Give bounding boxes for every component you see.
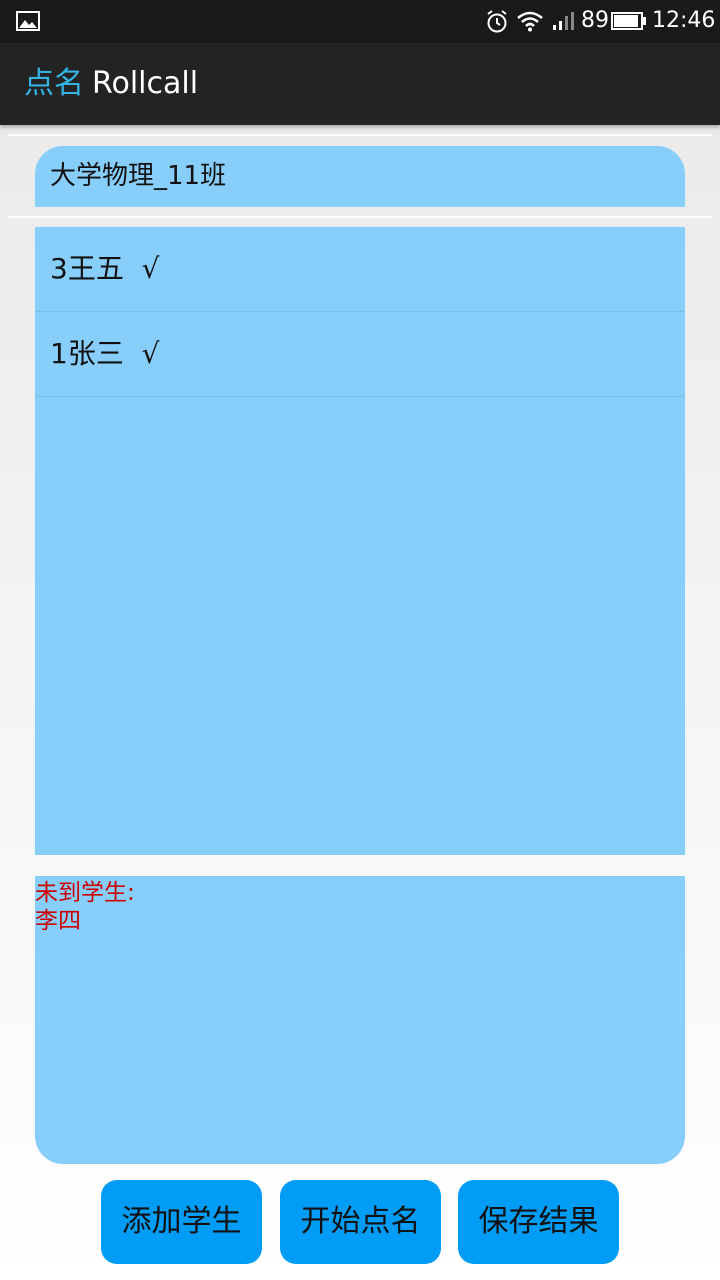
start-rollcall-button[interactable]: 开始点名	[280, 1180, 441, 1264]
student-row-text: 3王五 √	[50, 252, 160, 285]
absent-heading: 未到学生:	[35, 880, 135, 906]
app-title-en: Rollcall	[92, 66, 199, 101]
alarm-icon	[487, 10, 507, 33]
signal-icon	[553, 12, 574, 30]
app-bar: 点名 Rollcall	[0, 43, 720, 125]
student-row-text: 1张三 √	[50, 337, 160, 370]
student-row[interactable]: 3王五 √	[35, 227, 685, 312]
class-spinner[interactable]: 大学物理_11班	[35, 146, 685, 207]
divider	[8, 134, 712, 136]
app-title: 点名 Rollcall	[24, 65, 198, 103]
class-spinner-value: 大学物理_11班	[50, 161, 227, 191]
status-bar: 89 12:46	[0, 0, 720, 43]
add-student-button[interactable]: 添加学生	[101, 1180, 262, 1264]
absent-students-box: 未到学生: 李四	[35, 876, 685, 1164]
battery-percentage: 89	[581, 8, 609, 33]
divider	[8, 216, 712, 218]
wifi-icon	[517, 11, 543, 32]
absent-student-name: 李四	[35, 908, 81, 934]
app-title-zh: 点名	[24, 66, 84, 101]
student-row[interactable]: 1张三 √	[35, 312, 685, 397]
gallery-icon	[16, 11, 40, 31]
status-clock: 12:46	[652, 8, 716, 33]
battery-icon	[611, 12, 646, 30]
student-list[interactable]: 3王五 √ 1张三 √	[35, 227, 685, 855]
save-results-button[interactable]: 保存结果	[458, 1180, 619, 1264]
